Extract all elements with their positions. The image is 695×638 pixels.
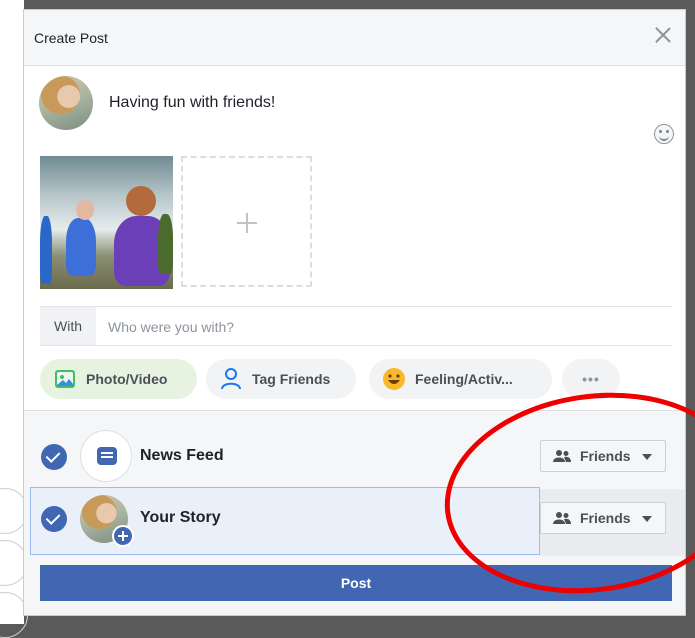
checkmark-icon[interactable] (41, 444, 67, 470)
photo-figure (40, 216, 52, 284)
friends-icon (553, 450, 571, 462)
audience-selector[interactable]: Friends (540, 440, 666, 472)
tag-friends-label: Tag Friends (252, 371, 331, 387)
audience-label: Friends (580, 448, 631, 464)
news-feed-icon (80, 430, 132, 482)
audience-label: Friends (580, 510, 631, 526)
your-story-label: Your Story (140, 509, 221, 526)
tag-people-input[interactable] (106, 307, 610, 347)
share-row-news-feed[interactable]: News Feed Friends (24, 427, 685, 487)
audience-selector[interactable]: Friends (540, 502, 666, 534)
smiley-icon[interactable] (654, 124, 674, 144)
post-button[interactable]: Post (40, 565, 672, 601)
chevron-down-icon (642, 454, 652, 460)
checkmark-icon[interactable] (41, 506, 67, 532)
smiley-icon (383, 368, 405, 390)
photo-figure (66, 218, 96, 276)
photo-figure (158, 214, 173, 274)
share-row-your-story[interactable]: Your Story Friends (24, 487, 685, 556)
user-avatar (39, 76, 93, 130)
dialog-header: Create Post (24, 10, 685, 66)
photo-figure (76, 200, 94, 220)
photo-video-button[interactable]: Photo/Video (40, 359, 197, 399)
more-icon: ••• (582, 371, 600, 387)
chevron-down-icon (642, 516, 652, 522)
news-feed-label: News Feed (140, 447, 224, 464)
with-label: With (40, 307, 96, 345)
photo-icon (55, 370, 75, 388)
create-post-dialog: Create Post Having fun with friends! Wit… (23, 9, 686, 616)
photo-figure (126, 186, 156, 216)
more-options-button[interactable]: ••• (562, 359, 620, 399)
tag-person-icon (221, 368, 241, 390)
plus-icon (112, 525, 134, 547)
post-text-input[interactable]: Having fun with friends! (109, 94, 275, 112)
dialog-title: Create Post (34, 30, 108, 46)
add-photo-button[interactable] (181, 156, 312, 287)
tag-people-row: With (40, 306, 672, 347)
photo-video-label: Photo/Video (86, 371, 168, 387)
close-icon[interactable] (653, 25, 673, 45)
feeling-activity-button[interactable]: Feeling/Activ... (369, 359, 552, 399)
friends-icon (553, 512, 571, 524)
attached-photo[interactable] (40, 156, 173, 289)
feeling-activity-label: Feeling/Activ... (415, 371, 513, 387)
tag-friends-button[interactable]: Tag Friends (206, 359, 356, 399)
